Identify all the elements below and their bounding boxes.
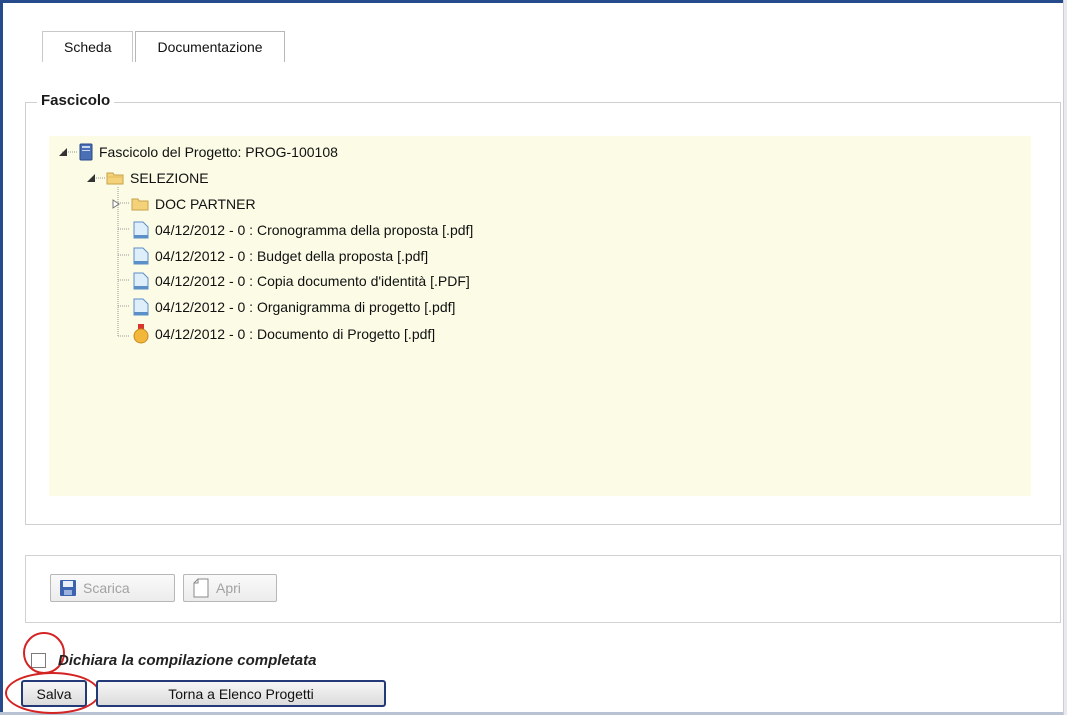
window-frame-left [0, 0, 3, 715]
annotation-circle-save [5, 672, 100, 714]
back-to-projects-label: Torna a Elenco Progetti [168, 685, 314, 702]
medal-icon [133, 324, 149, 344]
tree-item-document[interactable]: 04/12/2012 - 0 : Copia documento d'ident… [155, 273, 470, 289]
expand-arrow-icon[interactable] [111, 198, 121, 210]
collapse-arrow-icon[interactable] [57, 146, 69, 158]
document-actions-bar [25, 555, 1061, 623]
fieldset-legend: Fascicolo [37, 92, 115, 109]
tab-documentazione[interactable]: Documentazione [135, 31, 285, 62]
document-icon [133, 221, 149, 239]
binder-icon [79, 143, 93, 161]
download-button[interactable]: Scarica [50, 574, 175, 602]
download-button-label: Scarica [83, 580, 130, 596]
tree-root-label[interactable]: Fascicolo del Progetto: PROG-100108 [99, 144, 338, 160]
window-frame-right [1063, 0, 1067, 715]
tree-item-document-main[interactable]: 04/12/2012 - 0 : Documento di Progetto [… [155, 326, 435, 342]
document-icon [133, 247, 149, 265]
collapse-arrow-icon[interactable] [85, 172, 97, 184]
tree-item-doc-partner[interactable]: DOC PARTNER [155, 196, 256, 212]
back-to-projects-button[interactable]: Torna a Elenco Progetti [96, 680, 386, 707]
tree-folder-selezione[interactable]: SELEZIONE [130, 170, 209, 186]
tree-item-document[interactable]: 04/12/2012 - 0 : Cronogramma della propo… [155, 222, 473, 238]
open-button-label: Apri [216, 580, 241, 596]
document-icon [133, 272, 149, 290]
window-frame-top [0, 0, 1067, 3]
floppy-disk-icon [60, 580, 76, 596]
open-button[interactable]: Apri [183, 574, 277, 602]
tree-item-document[interactable]: 04/12/2012 - 0 : Budget della proposta [… [155, 248, 428, 264]
declaration-label: Dichiara la compilazione completata [58, 652, 317, 669]
folder-open-icon [106, 172, 124, 185]
blank-page-icon [193, 578, 209, 598]
document-icon [133, 298, 149, 316]
tab-scheda[interactable]: Scheda [42, 31, 134, 62]
tab-bar: Scheda Documentazione [42, 31, 285, 63]
tree-item-document[interactable]: 04/12/2012 - 0 : Organigramma di progett… [155, 299, 455, 315]
folder-icon [131, 198, 149, 211]
